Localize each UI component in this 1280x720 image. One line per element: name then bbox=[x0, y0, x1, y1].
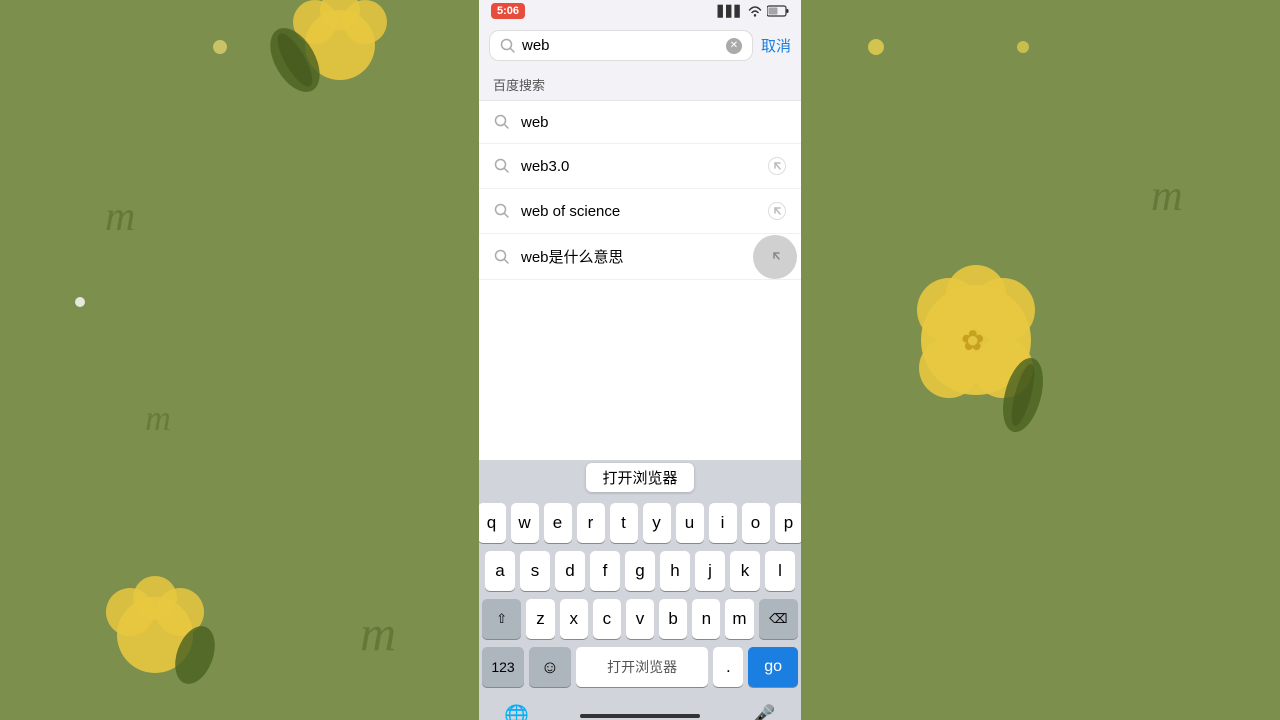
search-icon-small bbox=[493, 248, 511, 266]
key-w[interactable]: w bbox=[511, 503, 539, 543]
key-m[interactable]: m bbox=[725, 599, 753, 639]
keyboard-row-3: ⇧ z x c v b n m ⌫ bbox=[482, 599, 798, 639]
svg-text:✿: ✿ bbox=[961, 325, 984, 356]
key-g[interactable]: g bbox=[625, 551, 655, 591]
key-n[interactable]: n bbox=[692, 599, 720, 639]
home-line bbox=[580, 714, 700, 718]
key-l[interactable]: l bbox=[765, 551, 795, 591]
arrow-up-left-icon bbox=[767, 156, 787, 176]
key-e[interactable]: e bbox=[544, 503, 572, 543]
key-shift[interactable]: ⇧ bbox=[482, 599, 521, 639]
status-bar: 5:06 ▋▋▋ bbox=[479, 0, 801, 22]
key-s[interactable]: s bbox=[520, 551, 550, 591]
key-a[interactable]: a bbox=[485, 551, 515, 591]
key-u[interactable]: u bbox=[676, 503, 704, 543]
keyboard: q w e r t y u i o p a s d f g h j k l ⇧ … bbox=[479, 495, 801, 699]
key-emoji[interactable]: ☺ bbox=[529, 647, 571, 687]
key-q[interactable]: q bbox=[479, 503, 506, 543]
cancel-button[interactable]: 取消 bbox=[761, 35, 791, 56]
suggestion-item[interactable]: web是什么意思 bbox=[479, 234, 801, 280]
key-backspace[interactable]: ⌫ bbox=[759, 599, 798, 639]
key-c[interactable]: c bbox=[593, 599, 621, 639]
key-space[interactable]: 打开浏览器 bbox=[576, 647, 708, 687]
section-header: 百度搜索 bbox=[479, 69, 801, 101]
key-d[interactable]: d bbox=[555, 551, 585, 591]
home-indicator bbox=[580, 714, 700, 718]
key-t[interactable]: t bbox=[610, 503, 638, 543]
keyboard-row-4: 123 ☺ 打开浏览器 . go bbox=[482, 647, 798, 687]
bottom-bar: 🌐 🎤 bbox=[479, 699, 801, 720]
phone-container: 5:06 ▋▋▋ bbox=[479, 0, 801, 720]
search-icon-small bbox=[493, 157, 511, 175]
key-r[interactable]: r bbox=[577, 503, 605, 543]
circle-overlay-button[interactable] bbox=[753, 235, 797, 279]
microphone-icon[interactable]: 🎤 bbox=[751, 703, 776, 720]
key-b[interactable]: b bbox=[659, 599, 687, 639]
globe-icon[interactable]: 🌐 bbox=[504, 703, 529, 720]
battery-icon bbox=[767, 5, 789, 17]
key-dot[interactable]: . bbox=[713, 647, 743, 687]
key-y[interactable]: y bbox=[643, 503, 671, 543]
search-input[interactable]: web bbox=[522, 37, 720, 54]
search-icon-small bbox=[493, 113, 511, 131]
key-numbers[interactable]: 123 bbox=[482, 647, 524, 687]
key-i[interactable]: i bbox=[709, 503, 737, 543]
suggestion-text: web bbox=[521, 114, 787, 131]
suggestion-item[interactable]: web of science bbox=[479, 189, 801, 234]
keyboard-row-2: a s d f g h j k l bbox=[482, 551, 798, 591]
key-o[interactable]: o bbox=[742, 503, 770, 543]
key-go[interactable]: go bbox=[748, 647, 798, 687]
left-background-decoration: m m m bbox=[0, 0, 479, 720]
key-v[interactable]: v bbox=[626, 599, 654, 639]
suggestion-item[interactable]: web3.0 bbox=[479, 144, 801, 189]
signal-icon: ▋▋▋ bbox=[718, 5, 743, 18]
suggestions-area: 百度搜索 web web3.0 bbox=[479, 69, 801, 460]
tooltip-text: 打开浏览器 bbox=[586, 463, 693, 492]
right-background-decoration: ✿ m bbox=[801, 0, 1280, 720]
search-icon-small bbox=[493, 202, 511, 220]
svg-text:m: m bbox=[360, 605, 396, 661]
suggestion-text: web of science bbox=[521, 203, 767, 220]
search-clear-button[interactable]: ✕ bbox=[726, 38, 742, 54]
search-input-wrapper[interactable]: web ✕ bbox=[489, 30, 753, 61]
key-k[interactable]: k bbox=[730, 551, 760, 591]
suggestion-item[interactable]: web bbox=[479, 101, 801, 144]
key-j[interactable]: j bbox=[695, 551, 725, 591]
search-bar-area: web ✕ 取消 bbox=[479, 22, 801, 69]
search-icon bbox=[500, 38, 516, 54]
svg-text:m: m bbox=[1151, 171, 1183, 220]
arrow-up-left-icon bbox=[767, 201, 787, 221]
key-p[interactable]: p bbox=[775, 503, 802, 543]
key-z[interactable]: z bbox=[526, 599, 554, 639]
svg-text:m: m bbox=[105, 194, 135, 240]
status-time: 5:06 bbox=[491, 3, 525, 19]
suggestion-text: web3.0 bbox=[521, 158, 767, 175]
key-x[interactable]: x bbox=[560, 599, 588, 639]
suggestion-text: web是什么意思 bbox=[521, 246, 787, 267]
svg-text:m: m bbox=[145, 398, 171, 438]
empty-suggestions-space bbox=[479, 280, 801, 460]
key-h[interactable]: h bbox=[660, 551, 690, 591]
key-f[interactable]: f bbox=[590, 551, 620, 591]
keyboard-row-1: q w e r t y u i o p bbox=[482, 503, 798, 543]
wifi-icon bbox=[747, 5, 763, 17]
tooltip-bar: 打开浏览器 bbox=[479, 460, 801, 495]
status-icons: ▋▋▋ bbox=[718, 5, 789, 18]
